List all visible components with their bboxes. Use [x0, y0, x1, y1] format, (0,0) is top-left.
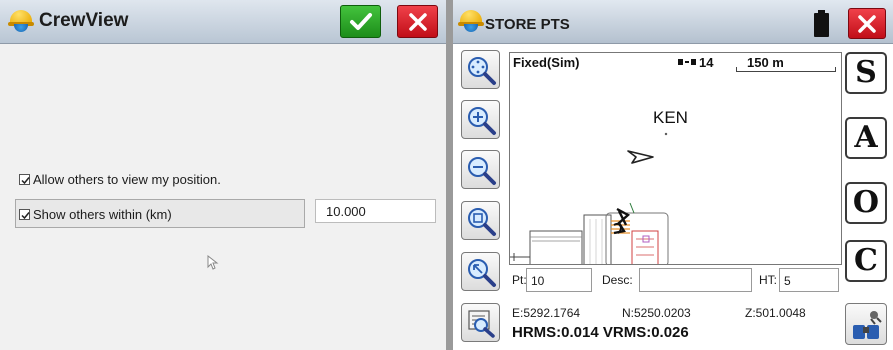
offset-button[interactable]: O: [845, 182, 887, 224]
zoom-out-icon: [468, 157, 496, 185]
allow-view-checkbox[interactable]: [19, 174, 30, 185]
rms-readout: HRMS:0.014 VRMS:0.026: [512, 324, 689, 341]
current-position-arrow: [627, 150, 654, 164]
point-entry-row: Pt: 10 Desc: HT: 5: [509, 265, 842, 295]
store-pts-title-bar: STORE PTS: [453, 0, 893, 44]
height-input[interactable]: 5: [779, 268, 839, 292]
mouse-pointer-icon: [207, 255, 219, 270]
config-button[interactable]: C: [845, 240, 887, 282]
easting-value: E:5292.1764: [512, 306, 581, 320]
map-options-icon: [468, 310, 495, 338]
map-view[interactable]: Fixed(Sim) 14 150 m KEN: [509, 52, 842, 265]
map-options-button[interactable]: [461, 303, 500, 342]
store-pts-title: STORE PTS: [485, 16, 570, 33]
panel-divider: [446, 0, 453, 350]
crewview-title: CrewView: [39, 10, 129, 31]
zoom-in-button[interactable]: [461, 100, 500, 139]
coordinate-readout: E:5292.1764 N:5250.0203 Z:501.0048 HRMS:…: [509, 300, 842, 348]
northing-value: N:5250.0203: [622, 306, 691, 320]
show-others-checkbox[interactable]: [19, 209, 30, 220]
app-logo-icon: [458, 10, 484, 32]
satellite-icon: [853, 311, 882, 339]
point-id-input[interactable]: 10: [526, 268, 592, 292]
zoom-window-button[interactable]: [461, 201, 500, 240]
show-others-label: Show others within (km): [33, 207, 172, 222]
height-label: HT:: [759, 273, 777, 287]
allow-view-checkbox-row[interactable]: Allow others to view my position.: [19, 172, 221, 187]
map-canvas: [510, 132, 669, 264]
checkmark-icon: [350, 13, 372, 30]
point-id-label: Pt:: [512, 273, 527, 287]
zoom-in-icon: [468, 107, 496, 135]
zoom-extents-icon: [468, 57, 496, 85]
map-point-marker: [664, 132, 668, 136]
zoom-extents-button[interactable]: [461, 50, 500, 89]
ok-button[interactable]: [340, 5, 381, 38]
battery-icon: [814, 10, 829, 37]
show-others-checkbox-row[interactable]: Show others within (km): [19, 207, 172, 222]
map-linework: [510, 202, 669, 264]
zoom-previous-button[interactable]: [461, 252, 500, 291]
close-icon: [409, 13, 427, 31]
store-point-button[interactable]: S: [845, 52, 887, 94]
crewview-panel: CrewView Allow others to view my positio…: [0, 0, 446, 350]
zoom-out-button[interactable]: [461, 150, 500, 189]
check-mark-icon: [21, 212, 30, 220]
zoom-window-icon: [468, 208, 496, 236]
distance-km-input[interactable]: 10.000: [315, 199, 436, 223]
close-icon: [858, 15, 876, 33]
average-button[interactable]: A: [845, 117, 887, 159]
store-points-panel: STORE PTS S A O C Fixed(Sim) 14 150 m KE…: [453, 0, 893, 350]
description-label: Desc:: [602, 273, 633, 287]
close-button[interactable]: [397, 5, 438, 38]
satellite-view-button[interactable]: [845, 303, 887, 345]
check-mark-icon: [21, 177, 30, 185]
zoom-previous-icon: [468, 259, 496, 287]
allow-view-label: Allow others to view my position.: [33, 172, 221, 187]
close-button[interactable]: [848, 8, 886, 39]
app-logo-icon: [8, 10, 34, 32]
description-input[interactable]: [639, 268, 752, 292]
elevation-value: Z:501.0048: [745, 306, 806, 320]
crewview-title-bar: CrewView: [0, 0, 446, 44]
